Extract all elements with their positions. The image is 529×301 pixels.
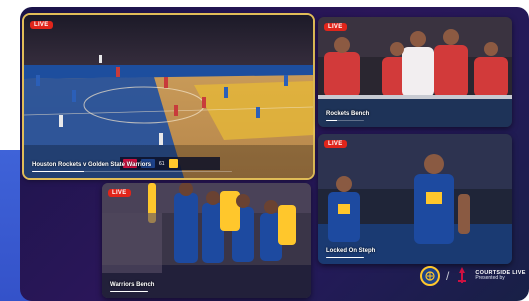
court-scene [24, 15, 313, 178]
progress-bar [32, 170, 232, 172]
brand-text: COURTSIDE LIVE Presented by [475, 270, 525, 282]
tile-rockets-bench[interactable]: LIVE Rockets Bench [318, 17, 512, 127]
tile-caption: Houston Rockets v Golden State Warriors [32, 162, 152, 168]
brand-bar: / COURTSIDE LIVE Presented by [420, 266, 526, 286]
score-value: 61 [159, 160, 165, 167]
progress-bar [326, 256, 364, 258]
rockets-logo-icon [455, 266, 469, 286]
multiview-panel: LIVE 61 Houston Rockets v Golden State W… [20, 7, 529, 301]
brand-subtitle: Presented by [475, 275, 505, 282]
live-badge: LIVE [324, 23, 347, 31]
brand-divider: / [446, 269, 450, 283]
live-badge: LIVE [324, 140, 347, 148]
progress-bar [326, 119, 364, 121]
tile-caption: Locked On Steph [326, 248, 376, 254]
tile-locked-on-steph[interactable]: LIVE Locked On Steph [318, 134, 512, 264]
warriors-logo-badge [168, 159, 178, 168]
progress-fill [326, 119, 338, 121]
progress-bar [110, 290, 148, 292]
warriors-logo-icon [420, 266, 440, 286]
tile-main-broadcast[interactable]: LIVE 61 Houston Rockets v Golden State W… [22, 13, 315, 180]
progress-fill [32, 170, 84, 172]
live-badge: LIVE [30, 21, 53, 29]
tile-caption: Rockets Bench [326, 111, 370, 117]
tile-caption: Warriors Bench [110, 282, 155, 288]
live-badge: LIVE [108, 189, 131, 197]
tile-warriors-bench[interactable]: LIVE Warriors Bench [102, 183, 311, 298]
progress-fill [326, 256, 364, 258]
progress-fill [110, 290, 148, 292]
warriors-bench-scene [102, 183, 311, 298]
locked-on-steph-scene [318, 134, 512, 264]
